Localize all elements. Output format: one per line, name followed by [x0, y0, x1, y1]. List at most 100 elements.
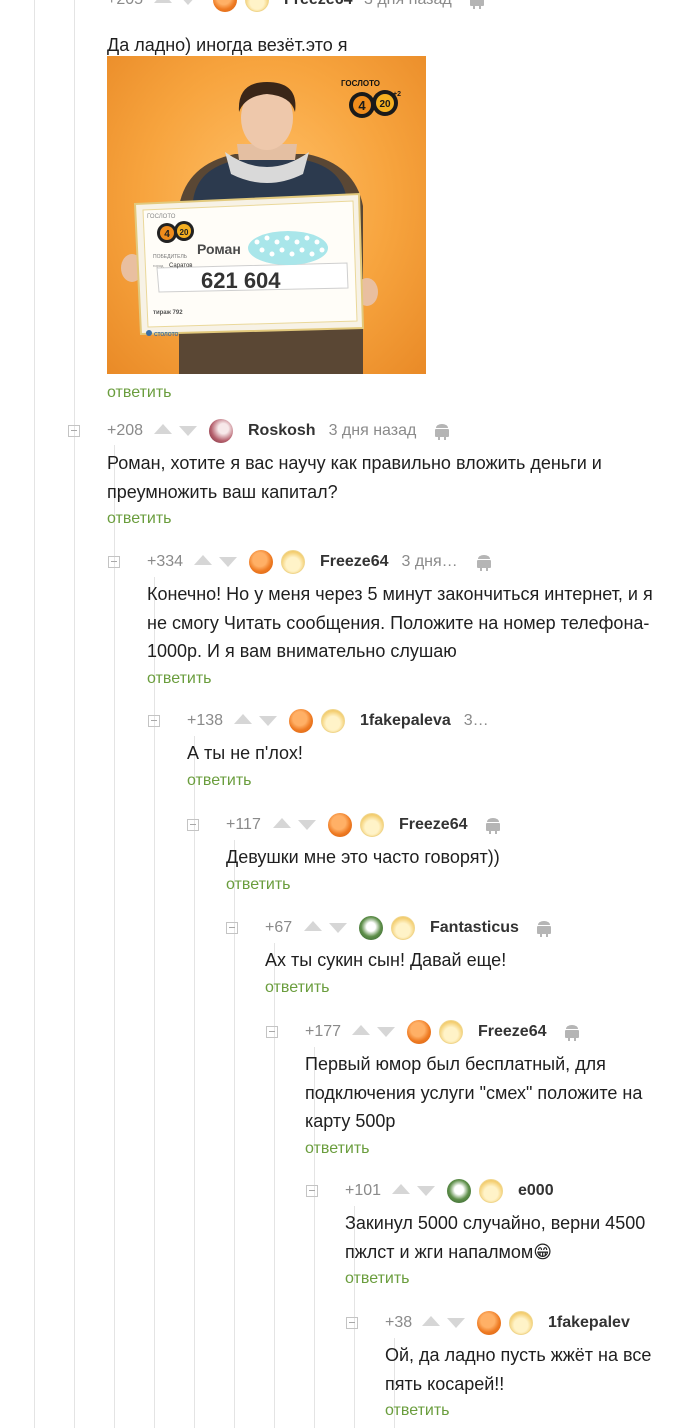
collapse-button[interactable]	[68, 425, 80, 437]
comment-body: Первый юмор был бесплатный, для подключе…	[305, 1050, 675, 1161]
reply-link[interactable]: ответить	[305, 1137, 370, 1161]
comment-header: +177 Freeze64	[265, 1019, 675, 1045]
comment-body: А ты не п'лох! ответить	[187, 739, 677, 793]
comment-header: +101 e000	[305, 1178, 675, 1204]
comment: +208 Roskosh 3 дня назад Роман, хотите я ва…	[67, 418, 672, 531]
reply-link[interactable]: ответить	[226, 873, 291, 897]
android-icon	[469, 0, 485, 10]
board-amount: 621 604	[201, 268, 281, 293]
upvote-icon[interactable]	[154, 0, 172, 3]
reply-link[interactable]: ответить	[107, 507, 172, 531]
comment-score: +205	[107, 0, 143, 13]
collapse-button[interactable]	[266, 1026, 278, 1038]
comment-time[interactable]: 3…	[464, 708, 489, 734]
comment-image[interactable]: 4 20 ГОСЛОТО ПОБЕДИТЕЛЬ город Саратов Ро…	[107, 56, 426, 374]
downvote-icon[interactable]	[447, 1318, 465, 1328]
winner-photo: 4 20 ГОСЛОТО ПОБЕДИТЕЛЬ город Саратов Ро…	[121, 79, 401, 374]
comment-time[interactable]: 3 дня назад	[364, 0, 452, 13]
avatar[interactable]	[407, 1020, 431, 1044]
avatar-badge	[509, 1311, 533, 1335]
avatar-badge	[360, 813, 384, 837]
avatar[interactable]	[249, 550, 273, 574]
comment: +177 Freeze64 Первый юмор был бесплатный, …	[265, 1019, 675, 1161]
comment-text: Девушки мне это часто говорят))	[226, 847, 500, 867]
downvote-icon[interactable]	[298, 820, 316, 830]
avatar[interactable]	[447, 1179, 471, 1203]
avatar[interactable]	[477, 1311, 501, 1335]
downvote-icon[interactable]	[179, 0, 197, 5]
downvote-icon[interactable]	[417, 1186, 435, 1196]
comment-body: Роман, хотите я вас научу как правильно …	[107, 449, 672, 531]
comment-author[interactable]: e000	[518, 1178, 554, 1204]
board-name: Роман	[197, 241, 241, 257]
downvote-icon[interactable]	[219, 557, 237, 567]
comment-text: Конечно! Но у меня через 5 минут закончи…	[147, 584, 653, 661]
board-logo-game: 4	[164, 229, 170, 240]
comment-author[interactable]: 1fakepalev	[548, 1310, 630, 1336]
comment-text: Ах ты сукин сын! Давай еще!	[265, 950, 507, 970]
upvote-icon[interactable]	[273, 818, 291, 828]
upvote-icon[interactable]	[154, 424, 172, 434]
avatar[interactable]	[289, 709, 313, 733]
comment-author[interactable]: Fantasticus	[430, 915, 519, 941]
comment-author[interactable]: Freeze64	[320, 549, 389, 575]
reply-link[interactable]: ответить	[107, 381, 172, 405]
collapse-button[interactable]	[187, 819, 199, 831]
upvote-icon[interactable]	[304, 921, 322, 931]
reply-link[interactable]: ответить	[265, 976, 330, 1000]
comment-text: Ой, да ладно пусть жжёт на все пять коса…	[385, 1345, 652, 1394]
board-city-label: город	[153, 263, 164, 268]
downvote-icon[interactable]	[179, 426, 197, 436]
android-icon	[536, 920, 552, 938]
comment-author[interactable]: Roskosh	[248, 418, 316, 444]
reply-link[interactable]: ответить	[385, 1399, 450, 1423]
collapse-button[interactable]	[108, 556, 120, 568]
reply-link[interactable]: ответить	[147, 667, 212, 691]
comment: +67 Fantasticus Ах ты сукин сын! Давай еще…	[225, 915, 685, 1000]
collapse-button[interactable]	[148, 715, 160, 727]
avatar[interactable]	[209, 419, 233, 443]
comment-author[interactable]: Freeze64	[478, 1019, 547, 1045]
avatar[interactable]	[359, 916, 383, 940]
comment-author[interactable]: 1fakepaleva	[360, 708, 451, 734]
comment-time[interactable]: 3 дня назад	[329, 418, 417, 444]
comment: +101 e000 Закинул 5000 случайно, верни 450…	[305, 1178, 675, 1291]
comment-body: Ой, да ладно пусть жжёт на все пять коса…	[385, 1341, 685, 1423]
upvote-icon[interactable]	[234, 714, 252, 724]
avatar-badge	[321, 709, 345, 733]
collapse-button[interactable]	[346, 1317, 358, 1329]
collapse-button[interactable]	[226, 922, 238, 934]
comment-time[interactable]: 3 дня…	[402, 549, 458, 575]
upvote-icon[interactable]	[352, 1025, 370, 1035]
comment-body: Конечно! Но у меня через 5 минут закончи…	[147, 580, 677, 691]
board-logo-suffix: 20	[180, 228, 189, 237]
comment-score: +177	[305, 1023, 342, 1040]
comment-score: +334	[147, 553, 184, 570]
comment-header: +138 1fakepaleva 3…	[147, 708, 677, 734]
comment-score: +67	[265, 919, 293, 936]
corner-suffix: 20	[379, 99, 391, 110]
reply-link[interactable]: ответить	[345, 1267, 410, 1291]
comment-header: +38 1fakepalev	[345, 1310, 685, 1336]
downvote-icon[interactable]	[329, 923, 347, 933]
downvote-icon[interactable]	[377, 1027, 395, 1037]
upvote-icon[interactable]	[194, 555, 212, 565]
upvote-icon[interactable]	[392, 1184, 410, 1194]
comment-text: А ты не п'лох!	[187, 743, 303, 763]
comment-score: +138	[187, 712, 224, 729]
upvote-icon[interactable]	[422, 1316, 440, 1326]
collapse-button[interactable]	[306, 1185, 318, 1197]
comment-text: Роман, хотите я вас научу как правильно …	[107, 453, 602, 502]
avatar-badge	[439, 1020, 463, 1044]
reply-link[interactable]: ответить	[187, 769, 252, 793]
avatar[interactable]	[328, 813, 352, 837]
android-icon	[434, 423, 450, 441]
comment-author[interactable]: Freeze64	[284, 0, 353, 13]
comment-author[interactable]: Freeze64	[399, 812, 468, 838]
thread-line	[274, 943, 275, 1428]
avatar[interactable]	[213, 0, 237, 12]
downvote-icon[interactable]	[259, 716, 277, 726]
corner-brand: ГОСЛОТО	[341, 79, 380, 88]
thread-line	[34, 0, 35, 1428]
comment: +334 Freeze64 3 дня… Конечно! Но у меня чер…	[107, 549, 677, 691]
